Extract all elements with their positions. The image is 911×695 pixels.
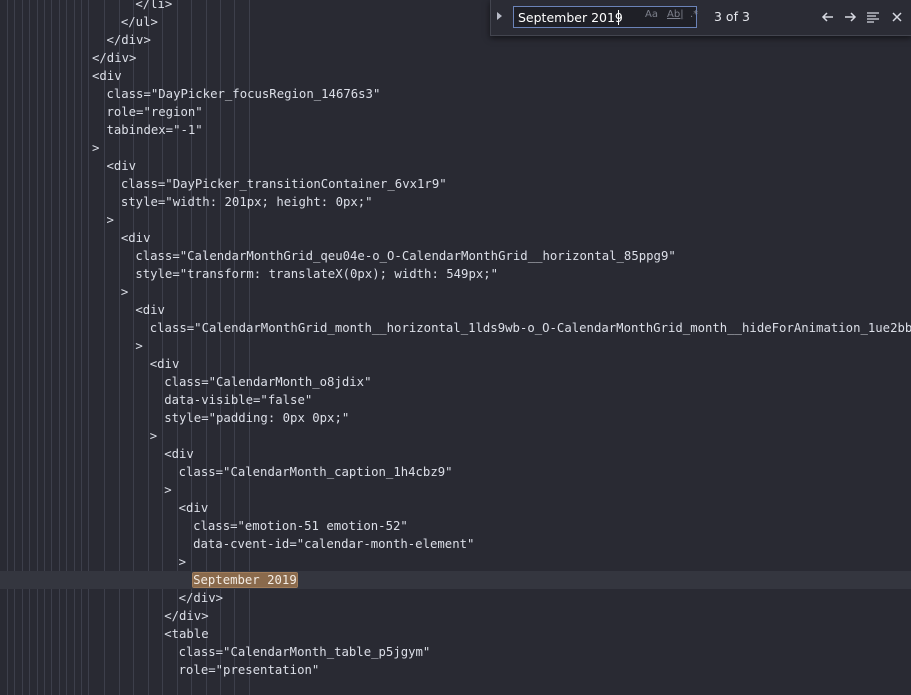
code-line: > — [0, 481, 911, 499]
selection-lines-icon — [867, 12, 879, 23]
code-line: class="CalendarMonth_caption_1h4cbz9" — [0, 463, 911, 481]
code-text: class="CalendarMonth_table_p5jgym" — [178, 645, 431, 659]
code-line: <div — [0, 301, 911, 319]
code-line: <div — [0, 67, 911, 85]
code-text: style="padding: 0px 0px;" — [164, 411, 350, 425]
code-text: </li> — [135, 0, 173, 11]
whole-word-icon[interactable]: Ab| — [667, 9, 684, 20]
code-text: <div — [149, 357, 180, 371]
code-line: class="CalendarMonth_o8jdix" — [0, 373, 911, 391]
code-line: > — [0, 211, 911, 229]
code-text: </div> — [106, 33, 151, 47]
code-text: class="DayPicker_focusRegion_14676s3" — [106, 87, 381, 101]
code-text: </div> — [178, 591, 224, 605]
code-line: <div — [0, 499, 911, 517]
code-line: style="padding: 0px 0px;" — [0, 409, 911, 427]
code-line: > — [0, 283, 911, 301]
find-widget: September 2019 Aa Ab| .* 3 of 3 — [490, 0, 911, 36]
next-match-button[interactable] — [840, 6, 860, 28]
previous-match-button[interactable] — [818, 6, 838, 28]
code-line: > — [0, 427, 911, 445]
code-line: </div> — [0, 607, 911, 625]
code-line: class="DayPicker_focusRegion_14676s3" — [0, 85, 911, 103]
code-line: role="region" — [0, 103, 911, 121]
code-text: <div — [106, 159, 137, 173]
code-text: </div> — [164, 609, 209, 623]
code-text: > — [120, 285, 129, 299]
code-line: <div — [0, 445, 911, 463]
code-line: tabindex="-1" — [0, 121, 911, 139]
code-text: style="transform: translateX(0px); width… — [135, 267, 499, 281]
close-find-button[interactable] — [887, 6, 907, 28]
code-line: class="DayPicker_transitionContainer_6vx… — [0, 175, 911, 193]
match-case-icon[interactable]: Aa — [645, 9, 658, 20]
code-line: class="CalendarMonthGrid_qeu04e-o_O-Cale… — [0, 247, 911, 265]
search-match-highlight: September 2019 — [192, 572, 298, 588]
code-text: class="CalendarMonthGrid_qeu04e-o_O-Cale… — [135, 249, 676, 263]
code-line: </div> — [0, 49, 911, 67]
code-text: <div — [178, 501, 209, 515]
code-line: > — [0, 139, 911, 157]
find-input-value: September 2019 — [518, 10, 623, 25]
code-text: class="CalendarMonth_o8jdix" — [164, 375, 372, 389]
code-text: <div — [164, 447, 194, 461]
close-icon — [892, 12, 902, 22]
code-line: class="emotion-51 emotion-52" — [0, 517, 911, 535]
code-text: > — [135, 339, 143, 353]
code-text: role="region" — [106, 105, 203, 119]
match-count: 3 of 3 — [714, 9, 750, 24]
code-line: class="CalendarMonth_table_p5jgym" — [0, 643, 911, 661]
code-text: > — [178, 555, 187, 569]
code-text: <table — [164, 627, 209, 641]
code-line: </div> — [0, 589, 911, 607]
code-text: data-visible="false" — [164, 393, 313, 407]
code-text: > — [92, 141, 100, 155]
code-text: class="emotion-51 emotion-52" — [193, 519, 408, 533]
code-text: tabindex="-1" — [106, 123, 203, 137]
code-text: <div — [135, 303, 165, 317]
code-text: </div> — [92, 51, 137, 65]
code-line-current: September 2019 — [0, 571, 911, 589]
code-text: </ul> — [120, 15, 158, 29]
code-line: class="CalendarMonthGrid_month__horizont… — [0, 319, 911, 337]
regex-icon[interactable]: .* — [690, 9, 698, 20]
toggle-replace-icon[interactable] — [497, 12, 502, 20]
code-line: style="transform: translateX(0px); width… — [0, 265, 911, 283]
code-line: style="width: 201px; height: 0px;" — [0, 193, 911, 211]
code-text: class="DayPicker_transitionContainer_6vx… — [120, 177, 447, 191]
code-line: > — [0, 337, 911, 355]
text-caret — [618, 10, 619, 25]
code-text: class="CalendarMonth_caption_1h4cbz9" — [178, 465, 453, 479]
arrow-right-icon — [845, 12, 857, 22]
code-text: style="width: 201px; height: 0px;" — [120, 195, 373, 209]
code-text: <div — [92, 69, 122, 83]
code-text: > — [164, 483, 172, 497]
code-line: <table — [0, 625, 911, 643]
code-text: > — [149, 429, 158, 443]
code-line: > — [0, 553, 911, 571]
code-line: role="presentation" — [0, 661, 911, 679]
code-line: <div — [0, 355, 911, 373]
arrow-left-icon — [821, 12, 833, 22]
code-line: data-visible="false" — [0, 391, 911, 409]
find-in-selection-button[interactable] — [863, 6, 883, 28]
code-line: <div — [0, 229, 911, 247]
code-text: class="CalendarMonthGrid_month__horizont… — [149, 321, 911, 335]
code-text: <div — [120, 231, 151, 245]
code-text: September 2019 — [192, 571, 298, 589]
code-line: data-cvent-id="calendar-month-element" — [0, 535, 911, 553]
code-text: > — [106, 213, 114, 227]
code-text: data-cvent-id="calendar-month-element" — [193, 537, 475, 551]
code-editor[interactable]: </li> </ul> </div> </div> <div class="DayPick… — [0, 0, 911, 695]
code-line: <div — [0, 157, 911, 175]
code-text: role="presentation" — [178, 663, 320, 677]
